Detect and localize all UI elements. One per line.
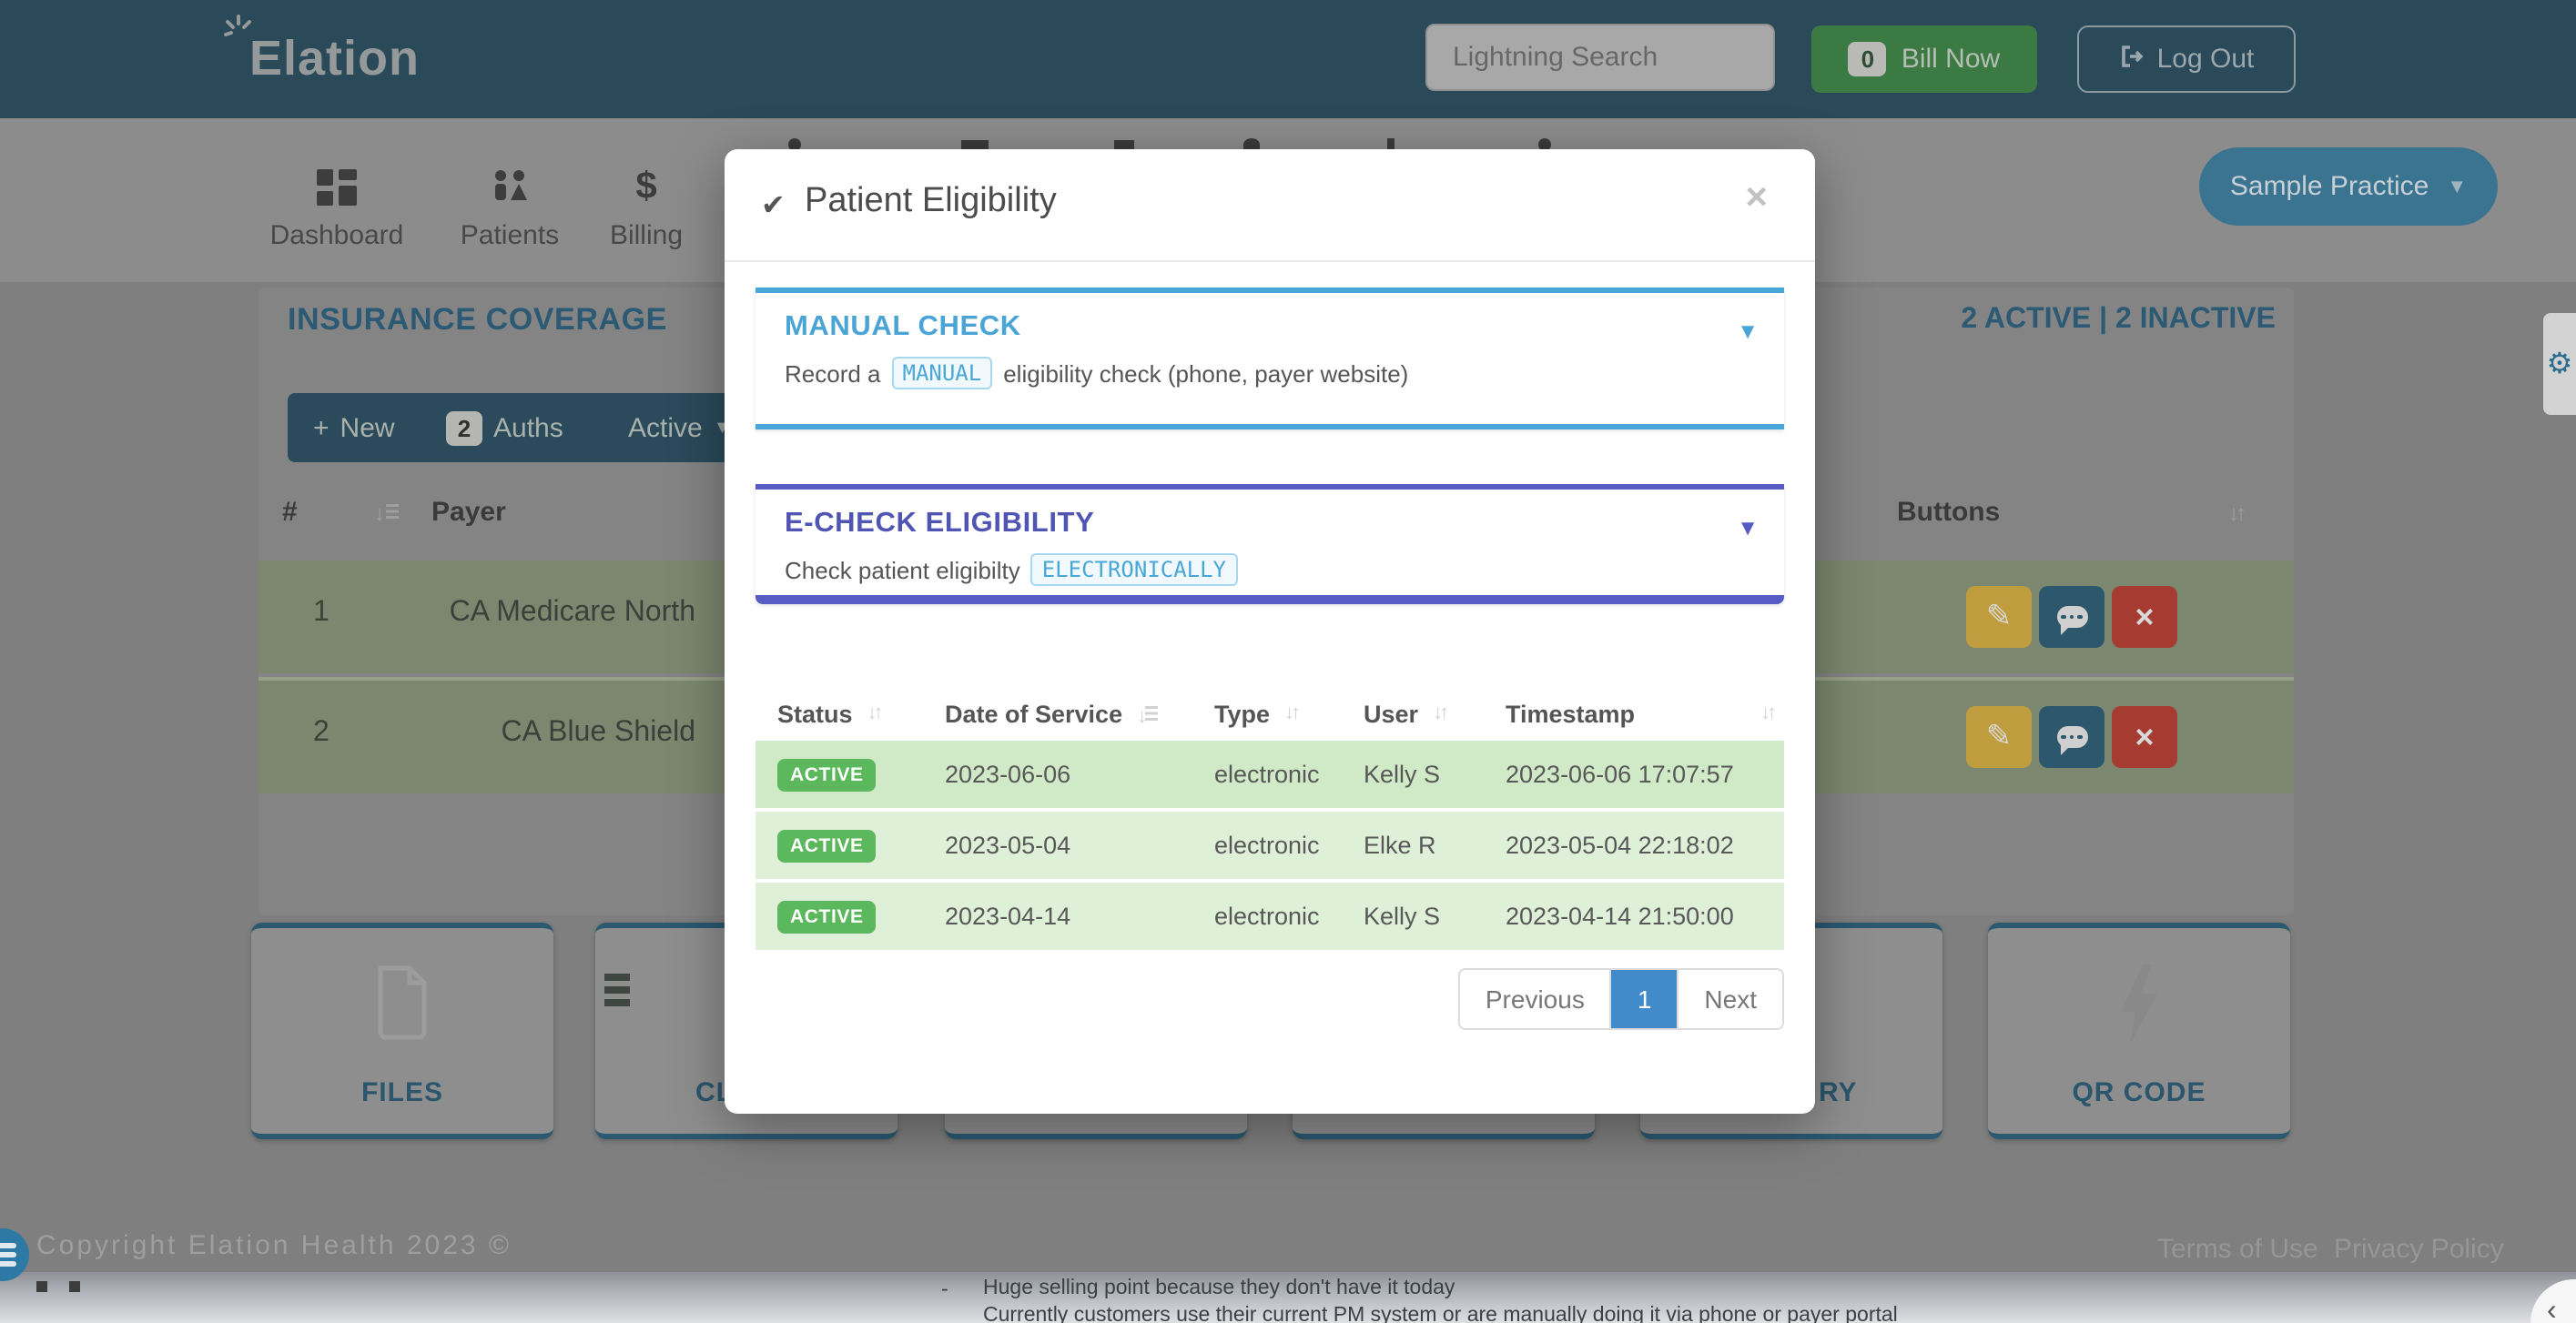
manual-desc-after: eligibility check (phone, payer website) (1003, 359, 1408, 387)
date-of-service: 2023-04-14 (923, 903, 1192, 930)
check-icon: ✔ (761, 187, 786, 224)
eligibility-row: ACTIVE 2023-05-04 electronic Elke R 2023… (756, 808, 1784, 879)
check-type: electronic (1192, 832, 1342, 859)
caret-down-icon[interactable]: ▼ (1737, 318, 1759, 344)
sort-icon: ↓↑ (1760, 702, 1773, 724)
pagination-previous[interactable]: Previous (1460, 970, 1610, 1028)
manual-check-section[interactable]: MANUAL CHECK ▼ Record a MANUAL eligibili… (756, 288, 1784, 429)
pagination-next[interactable]: Next (1677, 970, 1782, 1028)
electronically-badge: ELECTRONICALLY (1031, 553, 1237, 586)
sort-icon: ↓↑ (1433, 702, 1445, 724)
close-icon[interactable]: × (1734, 175, 1779, 222)
eligibility-row: ACTIVE 2023-06-06 electronic Kelly S 202… (756, 741, 1784, 808)
col-date-of-service[interactable]: Date of Service↓ (923, 700, 1192, 727)
modal-header: ✔ Patient Eligibility × (725, 149, 1815, 262)
col-timestamp[interactable]: Timestamp↓↑ (1484, 700, 1784, 727)
check-type: electronic (1192, 761, 1342, 788)
user: Elke R (1342, 832, 1484, 859)
col-type[interactable]: Type↓↑ (1192, 700, 1342, 727)
pagination: Previous 1 Next (1458, 968, 1784, 1030)
sort-bars-icon (1145, 705, 1158, 722)
manual-badge: MANUAL (892, 357, 993, 389)
manual-check-heading: MANUAL CHECK (785, 311, 1755, 344)
timestamp: 2023-05-04 22:18:02 (1484, 832, 1784, 859)
eligibility-history-table: Status↓↑ Date of Service↓ Type↓↑ User↓↑ … (756, 686, 1784, 950)
col-user[interactable]: User↓↑ (1342, 700, 1484, 727)
status-badge: ACTIVE (777, 829, 877, 862)
pagination-page-1[interactable]: 1 (1610, 970, 1678, 1028)
sort-icon: ↓↑ (1284, 702, 1297, 724)
table-header-row: Status↓↑ Date of Service↓ Type↓↑ User↓↑ … (756, 686, 1784, 741)
timestamp: 2023-06-06 17:07:57 (1484, 761, 1784, 788)
modal-title: Patient Eligibility (805, 182, 1057, 222)
screen: Elation 0 Bill Now Log Out Dashboard Pat… (0, 0, 2576, 1323)
date-of-service: 2023-05-04 (923, 832, 1192, 859)
sort-icon: ↓↑ (867, 702, 880, 724)
manual-desc-before: Record a (785, 359, 881, 387)
status-badge: ACTIVE (777, 900, 877, 933)
eligibility-row: ACTIVE 2023-04-14 electronic Kelly S 202… (756, 879, 1784, 950)
echeck-desc-before: Check patient eligibilty (785, 556, 1020, 583)
sort-icon: ↓ (1137, 705, 1143, 727)
patient-eligibility-modal: ✔ Patient Eligibility × MANUAL CHECK ▼ R… (725, 149, 1815, 1114)
col-status[interactable]: Status↓↑ (756, 700, 923, 727)
status-badge: ACTIVE (777, 758, 877, 791)
echeck-eligibility-section[interactable]: E-CHECK ELIGIBILITY ▼ Check patient elig… (756, 484, 1784, 604)
echeck-heading: E-CHECK ELIGIBILITY (785, 508, 1755, 540)
user: Kelly S (1342, 903, 1484, 930)
timestamp: 2023-04-14 21:50:00 (1484, 903, 1784, 930)
user: Kelly S (1342, 761, 1484, 788)
date-of-service: 2023-06-06 (923, 761, 1192, 788)
check-type: electronic (1192, 903, 1342, 930)
caret-down-icon[interactable]: ▼ (1737, 515, 1759, 540)
